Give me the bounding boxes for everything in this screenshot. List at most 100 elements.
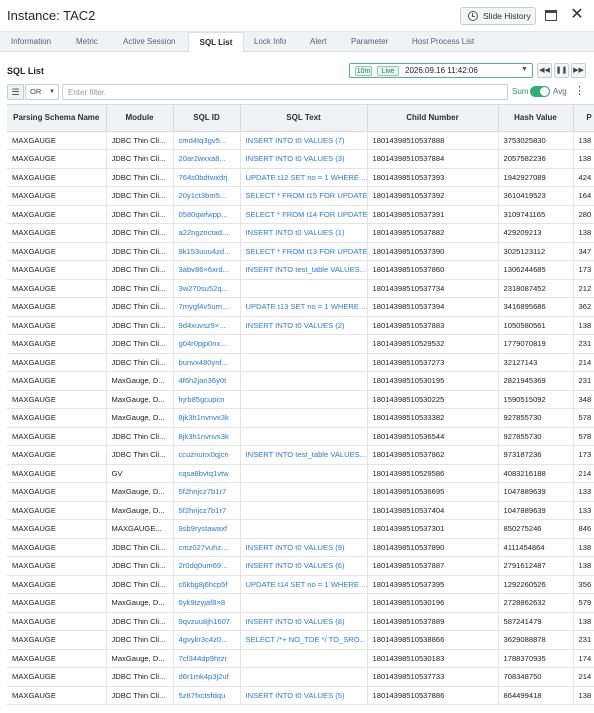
sql-id-cell[interactable]: 4gvykr3c4z0... (173, 630, 241, 650)
table-row[interactable]: MAXGAUGE MAXGAUGE... 9sb9rystawaxf 18014398… (7, 519, 594, 539)
sql-text-cell[interactable] (240, 371, 368, 391)
sql-text-cell[interactable]: INSERT INTO t0 VALUES (7) (240, 131, 368, 150)
tab-host-process-list[interactable]: Host Process List (412, 32, 474, 52)
column-header[interactable]: Module (106, 105, 174, 132)
table-row[interactable]: MAXGAUGE MaxGauge, D... 6yk9tzyjaf8×8 18014… (7, 593, 594, 613)
sql-id-cell[interactable]: 6yk9tzyjaf8×8 (173, 593, 241, 613)
sql-id-cell[interactable]: 0580qwfwpp... (173, 205, 241, 224)
table-row[interactable]: MAXGAUGE JDBC Thin Cli... 0580qwfwpp... SEL… (7, 205, 594, 224)
sql-text-cell[interactable]: SELECT * FROM t13 FOR UPDATE (240, 242, 368, 261)
table-row[interactable]: MAXGAUGE JDBC Thin Cli... bunvx480ynf... 18… (7, 353, 594, 372)
sql-id-cell[interactable]: 8jk3h1nvnvx3k (173, 408, 241, 428)
table-row[interactable]: MAXGAUGE JDBC Thin Cli... 7mygf4v5um... UPD… (7, 297, 594, 317)
sql-text-cell[interactable]: SELECT * FROM t14 FOR UPDATE (240, 205, 368, 224)
sql-id-cell[interactable]: 20y1ct3bm5... (173, 186, 241, 206)
table-row[interactable]: MAXGAUGE JDBC Thin Cli... cmz027vuhz... INS… (7, 538, 594, 557)
slide-history-button[interactable]: Slide History (460, 7, 536, 25)
sql-id-cell[interactable]: cmz027vuhz... (173, 538, 241, 557)
tab-sql-list[interactable]: SQL List (188, 32, 244, 53)
sql-id-cell[interactable]: 9d4xuvsz9×... (173, 316, 241, 335)
column-header[interactable]: SQL ID (173, 105, 241, 132)
sql-text-cell[interactable]: INSERT INTO test_table VALUES... (240, 445, 368, 465)
tab-lock-info[interactable]: Lock Info (254, 32, 286, 52)
sql-id-cell[interactable]: 7mygf4v5um... (173, 297, 241, 317)
sql-text-cell[interactable] (240, 649, 368, 668)
sql-text-cell[interactable] (240, 519, 368, 539)
sql-text-cell[interactable] (240, 353, 368, 372)
column-header[interactable]: Parsing Schema Name (7, 105, 107, 132)
sql-id-cell[interactable]: 764s0bdtwxdrj (173, 168, 241, 187)
sql-id-cell[interactable]: 5z87fxctsfdqu (173, 686, 241, 705)
tab-alert[interactable]: Alert (310, 32, 326, 52)
filter-icon[interactable]: ☰ (7, 84, 24, 100)
sql-text-cell[interactable] (240, 464, 368, 483)
table-row[interactable]: MAXGAUGE MaxGauge, D... 8jk3h1nvnvx3k 18014… (7, 408, 594, 428)
sql-id-cell[interactable]: cmd4tq3gv5... (173, 131, 241, 150)
fast-forward-button[interactable]: ▶▶ (571, 63, 586, 78)
table-row[interactable]: MAXGAUGE MaxGauge, D... 5f2hnjcz7b1r7 18014… (7, 482, 594, 502)
table-row[interactable]: MAXGAUGE MaxGauge, D... frjrb85gcupcn 18014… (7, 390, 594, 409)
table-row[interactable]: MAXGAUGE JDBC Thin Cli... 3abv86×6xrd... IN… (7, 260, 594, 280)
table-row[interactable]: MAXGAUGE MaxGauge, D... 7cf344dp9hrzr 18014… (7, 649, 594, 668)
table-row[interactable]: MAXGAUGE JDBC Thin Cli... 8jk3h1nvnvx3k 180… (7, 427, 594, 446)
sql-text-cell[interactable]: UPDATE t13 SET no = 1 WHERE ... (240, 297, 368, 317)
sql-text-cell[interactable] (240, 667, 368, 687)
table-row[interactable]: MAXGAUGE JDBC Thin Cli... a22ngznctad... IN… (7, 223, 594, 243)
sql-text-cell[interactable]: UPDATE t14 SET no = 1 WHERE ... (240, 575, 368, 594)
close-icon[interactable]: ✕ (570, 7, 584, 23)
column-header[interactable]: Hash Value (498, 105, 574, 132)
table-row[interactable]: MAXGAUGE JDBC Thin Cli... 9qvzuu8jh1607 INS… (7, 612, 594, 631)
sql-id-cell[interactable]: 3w270su52q... (173, 279, 241, 298)
sql-id-cell[interactable]: 2r0dq0um69... (173, 556, 241, 576)
sql-text-cell[interactable]: INSERT INTO t0 VALUES (3) (240, 149, 368, 169)
maximize-icon[interactable] (545, 10, 557, 21)
sql-id-cell[interactable]: 5f2hnjcz7b1r7 (173, 501, 241, 520)
table-row[interactable]: MAXGAUGE JDBC Thin Cli... 2r0dq0um69... INS… (7, 556, 594, 576)
tab-information[interactable]: Information (11, 32, 51, 52)
sql-id-cell[interactable]: 9qvzuu8jh1607 (173, 612, 241, 631)
table-row[interactable]: MAXGAUGE JDBC Thin Cli... 9k153uuu4zd... SE… (7, 242, 594, 261)
table-row[interactable]: MAXGAUGE JDBC Thin Cli... 9d4xuvsz9×... INS… (7, 316, 594, 335)
sql-id-cell[interactable]: frjrb85gcupcn (173, 390, 241, 409)
sql-text-cell[interactable] (240, 482, 368, 502)
tab-parameter[interactable]: Parameter (351, 32, 388, 52)
pause-button[interactable]: ❚❚ (554, 63, 569, 78)
table-row[interactable]: MAXGAUGE JDBC Thin Cli... d6r1mk4p3j2uf 180… (7, 667, 594, 687)
sql-id-cell[interactable]: ccuznunx0qjcn (173, 445, 241, 465)
column-header[interactable]: P (573, 105, 594, 132)
table-row[interactable]: MAXGAUGE JDBC Thin Cli... 20y1ct3bm5... SEL… (7, 186, 594, 206)
sql-id-cell[interactable]: 3abv86×6xrd... (173, 260, 241, 280)
column-header[interactable]: SQL Text (240, 105, 368, 132)
sql-text-cell[interactable]: SELECT /*+ NO_TDE */ TO_SRO... (240, 630, 368, 650)
rewind-button[interactable]: ◀◀ (537, 63, 552, 78)
sql-text-cell[interactable]: INSERT INTO test_table VALUES... (240, 260, 368, 280)
table-row[interactable]: MAXGAUGE JDBC Thin Cli... 5z87fxctsfdqu INS… (7, 686, 594, 705)
sql-id-cell[interactable]: g04r0pjp0nx... (173, 334, 241, 354)
sql-text-cell[interactable] (240, 390, 368, 409)
sql-id-cell[interactable]: 8jk3h1nvnvx3k (173, 427, 241, 446)
table-row[interactable]: MAXGAUGE JDBC Thin Cli... 3w270su52q... 180… (7, 279, 594, 298)
logic-select[interactable]: OR ▼ (25, 84, 59, 100)
table-row[interactable]: MAXGAUGE JDBC Thin Cli... g04r0pjp0nx... 18… (7, 334, 594, 354)
sql-text-cell[interactable] (240, 279, 368, 298)
table-row[interactable]: MAXGAUGE JDBC Thin Cli... 4gvykr3c4z0... SE… (7, 630, 594, 650)
column-header[interactable]: Child Number (367, 105, 499, 132)
table-row[interactable]: MAXGAUGE JDBC Thin Cli... ccuznunx0qjcn INS… (7, 445, 594, 465)
sql-text-cell[interactable]: SELECT * FROM t15 FOR UPDATE (240, 186, 368, 206)
sql-id-cell[interactable]: 5f2hnjcz7b1r7 (173, 482, 241, 502)
time-range-selector[interactable]: 10m Live 2026.09.16 11:42:06 ▼ (349, 63, 533, 78)
table-row[interactable]: MAXGAUGE MaxGauge, D... 5f2hnjcz7b1r7 18014… (7, 501, 594, 520)
tab-metric[interactable]: Metric (76, 32, 98, 52)
sql-text-cell[interactable] (240, 408, 368, 428)
table-row[interactable]: MAXGAUGE JDBC Thin Cli... 20ar2wxxa8... INS… (7, 149, 594, 169)
sql-text-cell[interactable] (240, 501, 368, 520)
sql-text-cell[interactable] (240, 334, 368, 354)
sql-id-cell[interactable]: 9k153uuu4zd... (173, 242, 241, 261)
sql-id-cell[interactable]: 4f6h2jan36y0t (173, 371, 241, 391)
table-row[interactable]: MAXGAUGE JDBC Thin Cli... 764s0bdtwxdrj UPD… (7, 168, 594, 187)
filter-input[interactable] (62, 84, 508, 100)
sql-id-cell[interactable]: bunvx480ynf... (173, 353, 241, 372)
table-row[interactable]: MAXGAUGE JDBC Thin Cli... cmd4tq3gv5... INS… (7, 131, 594, 150)
table-row[interactable]: MAXGAUGE MaxGauge, D... 4f6h2jan36y0t 18014… (7, 371, 594, 391)
sql-text-cell[interactable]: UPDATE t12 SET no = 1 WHERE ... (240, 168, 368, 187)
